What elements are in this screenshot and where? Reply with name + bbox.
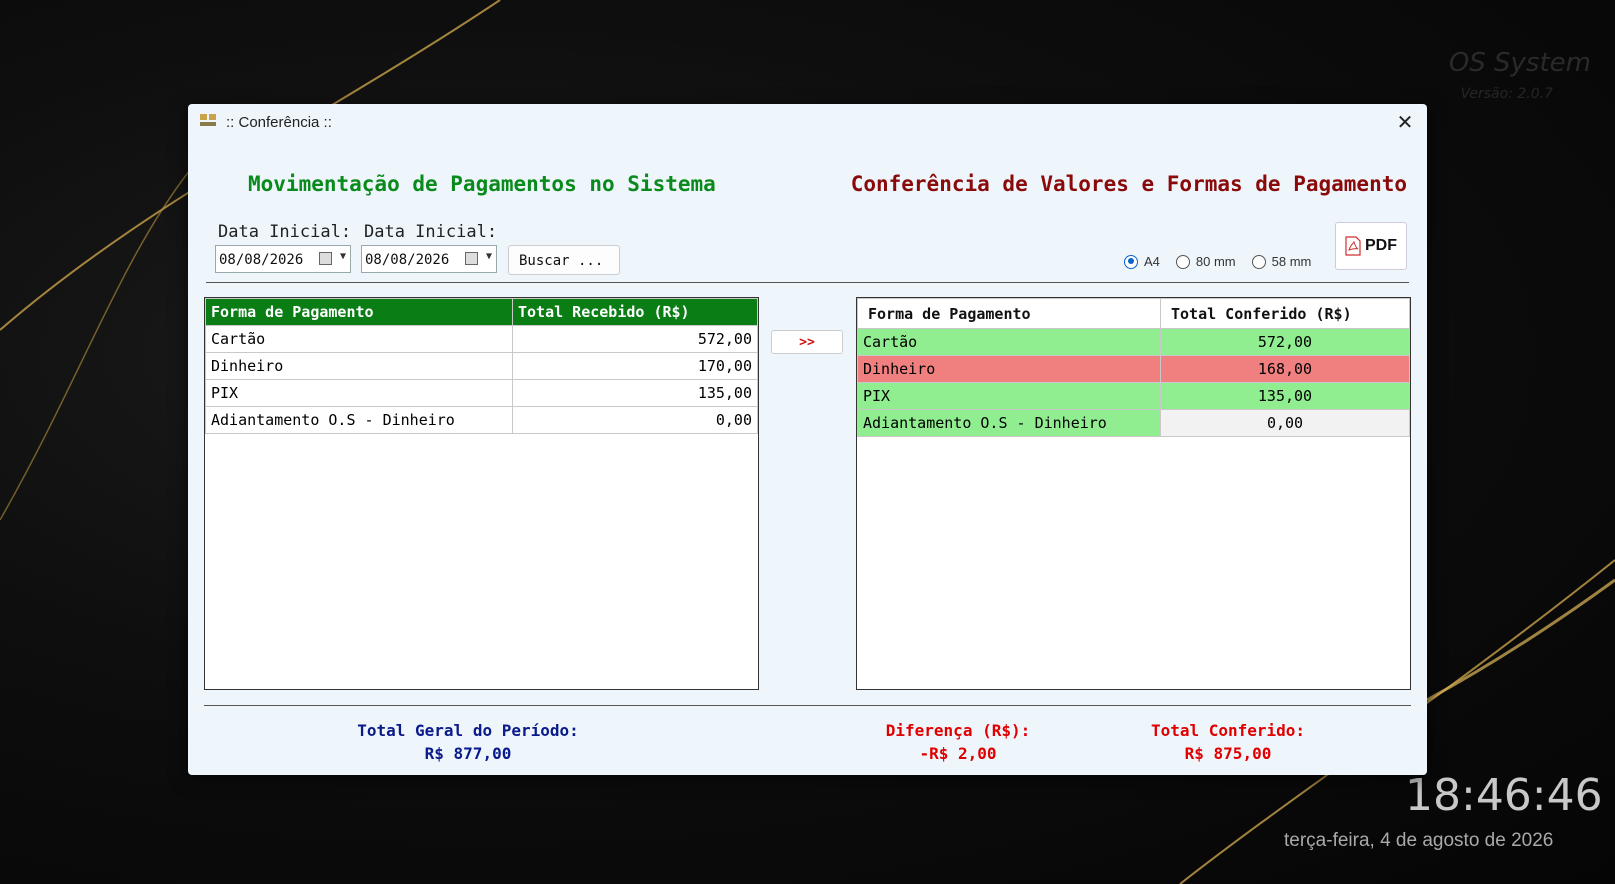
calendar-icon: [465, 252, 478, 265]
transfer-button[interactable]: >>: [771, 330, 843, 354]
conference-table[interactable]: Forma de Pagamento Total Conferido (R$) …: [856, 297, 1411, 690]
cell-total[interactable]: 0,00: [1160, 409, 1410, 437]
table-row[interactable]: Cartão 572,00: [205, 325, 758, 353]
total-geral-label: Total Geral do Período:: [357, 721, 579, 740]
radio-a4[interactable]: A4: [1124, 254, 1160, 269]
diferenca-value: -R$ 2,00: [919, 744, 997, 763]
table-row[interactable]: PIX 135,00: [857, 382, 1410, 410]
cell-forma: Cartão: [857, 328, 1161, 356]
total-conferido: Total Conferido: R$ 875,00: [1118, 719, 1338, 765]
table-row[interactable]: Dinheiro 168,00: [857, 355, 1410, 383]
brand-version: Versão: 2.0.7: [1460, 86, 1553, 102]
radio-dot: [1251, 254, 1266, 269]
date-picker-end[interactable]: 08/08/2026 ▼: [361, 245, 497, 273]
calendar-icon: [319, 252, 332, 265]
radio-label: A4: [1144, 254, 1160, 269]
cell-total: 170,00: [512, 352, 758, 380]
chevron-down-icon: ▼: [339, 251, 346, 262]
radio-label: 58 mm: [1271, 254, 1312, 269]
cell-forma: PIX: [857, 382, 1161, 410]
date-text: terça-feira, 4 de agosto de 2026: [1284, 830, 1554, 851]
table-row[interactable]: Cartão 572,00: [857, 328, 1410, 356]
window-title: :: Conferência ::: [226, 114, 332, 131]
right-heading: Conferência de Valores e Formas de Pagam…: [850, 172, 1407, 196]
conferencia-window: :: Conferência :: ✕ Movimentação de Paga…: [188, 104, 1427, 775]
radio-dot: [1175, 254, 1190, 269]
column-header-forma[interactable]: Forma de Pagamento: [857, 298, 1161, 329]
cell-total: 572,00: [512, 325, 758, 353]
total-conferido-value: R$ 875,00: [1184, 744, 1272, 763]
cell-forma: PIX: [205, 379, 513, 407]
divider-top: [206, 282, 1409, 283]
diferenca-label: Diferença (R$):: [885, 721, 1031, 740]
search-button[interactable]: Buscar ...: [508, 245, 620, 275]
date-value: 08/08/2026: [219, 252, 304, 268]
radio-label: 80 mm: [1195, 254, 1236, 269]
left-heading: Movimentação de Pagamentos no Sistema: [248, 172, 716, 196]
divider-bottom: [204, 705, 1411, 706]
total-geral-value: R$ 877,00: [424, 744, 512, 763]
column-header-total[interactable]: Total Recebido (R$): [512, 298, 758, 326]
table-row[interactable]: Adiantamento O.S - Dinheiro 0,00: [857, 409, 1410, 437]
pdf-button[interactable]: PDF: [1335, 222, 1407, 270]
radio-80mm[interactable]: 80 mm: [1175, 254, 1236, 269]
cell-total: 135,00: [512, 379, 758, 407]
radio-dot: [1124, 254, 1138, 269]
column-header-total[interactable]: Total Conferido (R$): [1160, 298, 1410, 329]
table-row[interactable]: Adiantamento O.S - Dinheiro 0,00: [205, 406, 758, 434]
diferenca: Diferença (R$): -R$ 2,00: [848, 719, 1068, 765]
close-button[interactable]: ✕: [1383, 104, 1427, 140]
title-bar: :: Conferência :: ✕: [188, 104, 1427, 140]
date-label-end: Data Inicial:: [364, 222, 498, 242]
total-geral: Total Geral do Período: R$ 877,00: [318, 719, 618, 765]
pdf-icon: [1345, 236, 1361, 256]
cell-forma: Dinheiro: [857, 355, 1161, 383]
date-picker-start[interactable]: 08/08/2026 ▼: [215, 245, 351, 273]
total-conferido-label: Total Conferido:: [1150, 721, 1306, 740]
cell-forma: Cartão: [205, 325, 513, 353]
date-label-start: Data Inicial:: [218, 222, 352, 242]
cell-total: 0,00: [512, 406, 758, 434]
brand: OS System Versão: 2.0.7: [1449, 48, 1591, 102]
cell-forma: Adiantamento O.S - Dinheiro: [205, 406, 513, 434]
table-row[interactable]: PIX 135,00: [205, 379, 758, 407]
brand-name: OS System: [1448, 48, 1591, 78]
clock: 18:46:46: [1405, 770, 1603, 821]
app-icon: [200, 114, 216, 126]
pdf-label: PDF: [1365, 237, 1397, 254]
column-header-forma[interactable]: Forma de Pagamento: [205, 298, 513, 326]
cell-total[interactable]: 572,00: [1160, 328, 1410, 356]
cell-total[interactable]: 168,00: [1160, 355, 1410, 383]
table-row[interactable]: Dinheiro 170,00: [205, 352, 758, 380]
radio-58mm[interactable]: 58 mm: [1251, 254, 1312, 269]
date-value: 08/08/2026: [365, 252, 450, 268]
cell-forma: Dinheiro: [205, 352, 513, 380]
cell-forma: Adiantamento O.S - Dinheiro: [857, 409, 1161, 437]
chevron-down-icon: ▼: [485, 251, 492, 262]
cell-total[interactable]: 135,00: [1160, 382, 1410, 410]
close-icon: ✕: [1396, 111, 1414, 134]
print-size-options: A4 80 mm 58 mm: [1124, 254, 1311, 269]
payments-table[interactable]: Forma de Pagamento Total Recebido (R$) C…: [204, 297, 759, 690]
